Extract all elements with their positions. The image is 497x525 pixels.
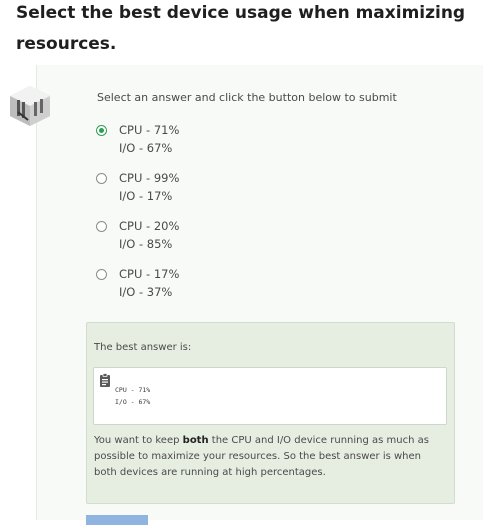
question-title: Select the best device usage when maximi…: [16, 3, 466, 54]
code-line-io: I/O - 67%: [115, 398, 151, 406]
feedback-box: The best answer is: CPU - 71% I/O - 67% …: [86, 322, 455, 504]
explanation-emphasis: both: [182, 435, 209, 446]
option-io-label: I/O - 85%: [119, 237, 173, 251]
option-cpu-label: CPU - 71%: [119, 123, 180, 137]
server-rack-icon: [6, 82, 54, 130]
radio-button-selected[interactable]: [96, 125, 107, 136]
clipboard-icon[interactable]: [99, 372, 111, 387]
answer-option-2[interactable]: CPU - 99% I/O - 17%: [96, 171, 296, 211]
radio-button[interactable]: [96, 173, 107, 184]
explanation-text: You want to keep both the CPU and I/O de…: [94, 433, 444, 481]
option-cpu-label: CPU - 99%: [119, 171, 180, 185]
explanation-part: You want to keep: [94, 435, 183, 446]
answer-option-3[interactable]: CPU - 20% I/O - 85%: [96, 219, 296, 259]
answer-option-1[interactable]: CPU - 71% I/O - 67%: [96, 123, 296, 163]
submit-button[interactable]: [86, 515, 148, 525]
option-io-label: I/O - 17%: [119, 189, 173, 203]
radio-button[interactable]: [96, 269, 107, 280]
option-io-label: I/O - 37%: [119, 285, 173, 299]
answer-option-4[interactable]: CPU - 17% I/O - 37%: [96, 267, 296, 307]
option-io-label: I/O - 67%: [119, 141, 173, 155]
answer-code-block: CPU - 71% I/O - 67%: [93, 367, 447, 425]
radio-button[interactable]: [96, 221, 107, 232]
option-cpu-label: CPU - 17%: [119, 267, 180, 281]
option-cpu-label: CPU - 20%: [119, 219, 180, 233]
code-line-cpu: CPU - 71%: [115, 386, 151, 394]
feedback-heading: The best answer is:: [94, 342, 192, 353]
instruction-text: Select an answer and click the button be…: [97, 91, 397, 104]
